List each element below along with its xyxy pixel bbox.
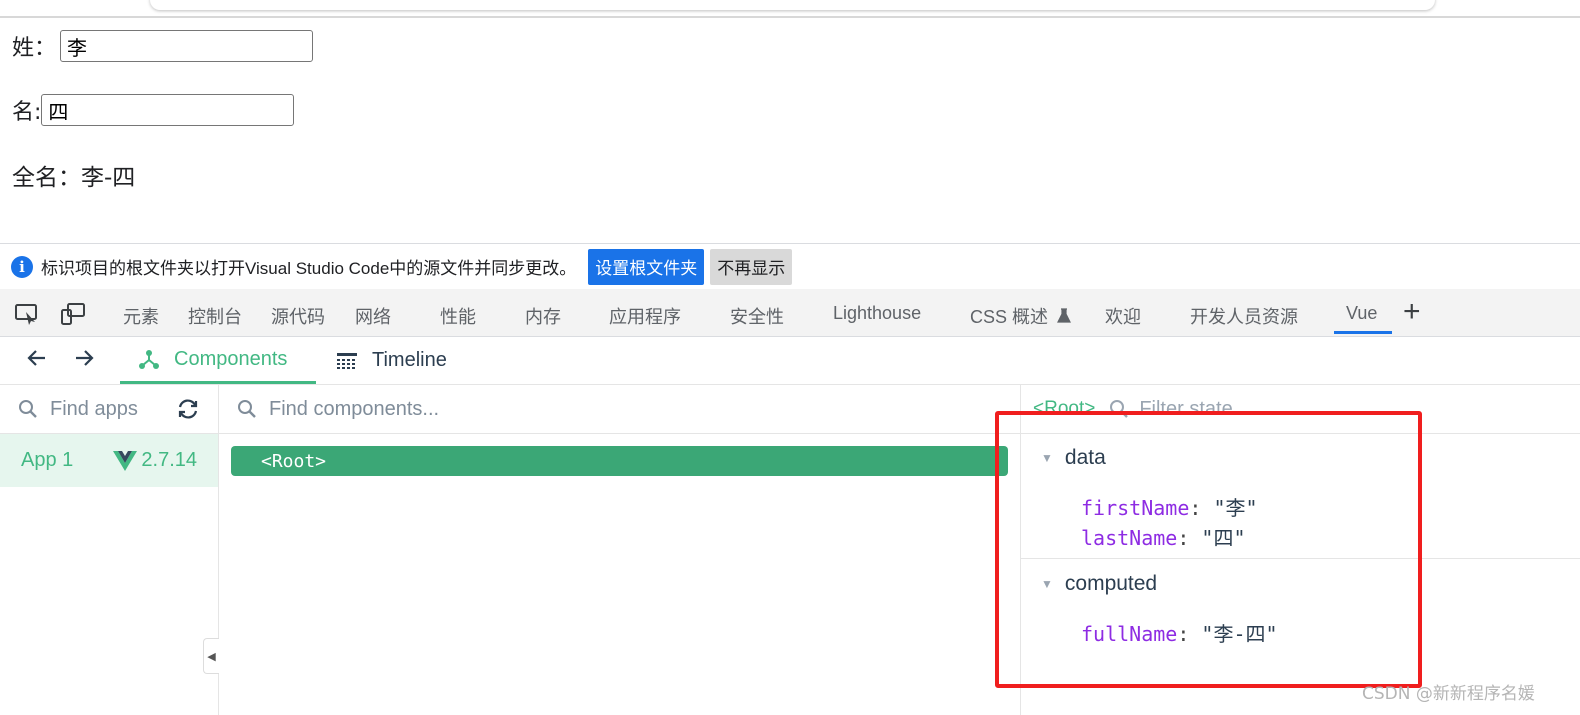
tab-timeline[interactable]: Timeline [336, 337, 447, 384]
search-icon [237, 399, 257, 419]
flask-icon [1057, 308, 1072, 323]
app-list-item[interactable]: App 1 2.7.14 [0, 434, 218, 487]
set-root-folder-button[interactable]: 设置根文件夹 [588, 248, 705, 285]
tab-vue[interactable]: Vue [1346, 303, 1377, 324]
data-section: ▼ data firstName: "李" lastName: "四" [1021, 434, 1580, 559]
filter-state-input[interactable]: Filter state... [1139, 398, 1249, 421]
tab-welcome[interactable]: 欢迎 [1105, 303, 1141, 329]
tab-memory[interactable]: 内存 [525, 303, 561, 329]
timeline-icon [336, 351, 358, 371]
refresh-icon[interactable] [176, 398, 200, 420]
triangle-down-icon: ▼ [1041, 577, 1053, 591]
tab-timeline-label: Timeline [372, 349, 447, 371]
tab-developer-resources[interactable]: 开发人员资源 [1190, 303, 1298, 329]
find-components-search[interactable]: Find components... [219, 385, 1020, 434]
inspect-element-icon[interactable] [14, 302, 40, 326]
givenname-input[interactable] [41, 94, 295, 126]
address-bar-edge[interactable] [150, 0, 1435, 10]
vue-version: 2.7.14 [113, 449, 197, 472]
forward-arrow-icon[interactable] [73, 347, 95, 376]
component-tree-icon [138, 348, 160, 370]
component-tree-root[interactable]: <Root> [231, 446, 1008, 476]
tab-performance[interactable]: 性能 [440, 303, 476, 329]
surname-row: 姓： [12, 30, 314, 62]
computed-section-title: computed [1064, 572, 1158, 595]
dont-show-again-button[interactable]: 不再显示 [710, 248, 793, 285]
find-apps-search[interactable]: Find apps [0, 385, 218, 434]
givenname-row: 名: [12, 94, 295, 126]
computed-section-header[interactable]: ▼ computed [1041, 572, 1157, 596]
tab-elements[interactable]: 元素 [123, 303, 159, 329]
tab-lighthouse[interactable]: Lighthouse [833, 303, 921, 324]
find-apps-placeholder: Find apps [50, 397, 138, 420]
tab-console[interactable]: 控制台 [188, 303, 242, 329]
search-icon [1109, 399, 1129, 419]
state-property[interactable]: firstName: "李" [1081, 492, 1258, 521]
state-inspector-panel: <Root> Filter state... ▼ data firstName:… [1021, 385, 1580, 715]
givenname-label: 名: [12, 100, 42, 125]
apps-panel: Find apps App 1 2.7.14 ◀ [0, 385, 219, 715]
devtools-infobar: i 标识项目的根文件夹以打开Visual Studio Code中的源文件并同步… [0, 243, 1580, 289]
infobar-message: 标识项目的根文件夹以打开Visual Studio Code中的源文件并同步更改… [41, 259, 577, 278]
tab-sources[interactable]: 源代码 [271, 303, 325, 329]
data-section-header[interactable]: ▼ data [1041, 446, 1106, 470]
state-inspector-header: <Root> Filter state... [1021, 385, 1580, 434]
selected-component-name: <Root> [1033, 398, 1096, 419]
vue-version-text: 2.7.14 [141, 449, 197, 471]
device-toolbar-icon[interactable] [60, 302, 86, 326]
collapse-panel-handle[interactable]: ◀ [203, 638, 219, 674]
surname-label: 姓： [12, 36, 57, 61]
triangle-down-icon: ▼ [1041, 451, 1053, 465]
watermark: CSDN @新新程序名媛 [1362, 684, 1535, 704]
computed-section: ▼ computed fullName: "李-四" [1021, 560, 1580, 670]
tab-css-overview-label: CSS 概述 [970, 307, 1049, 327]
find-components-placeholder: Find components... [269, 397, 440, 420]
property-key: lastName [1081, 526, 1178, 550]
tab-css-overview[interactable]: CSS 概述 [970, 303, 1072, 329]
fullname-text: 全名：李-四 [12, 165, 136, 191]
browser-top-strip [0, 0, 1580, 18]
tab-components[interactable]: Components [120, 337, 316, 384]
state-property[interactable]: lastName: "四" [1081, 522, 1246, 551]
devtools-tab-bar: 元素 控制台 源代码 网络 性能 内存 应用程序 安全性 Lighthouse … [0, 289, 1580, 337]
back-arrow-icon[interactable] [26, 347, 48, 376]
active-tab-indicator [1334, 331, 1392, 334]
tab-components-label: Components [174, 347, 288, 370]
more-tabs-plus-icon[interactable]: + [1403, 295, 1421, 329]
property-value: "李-四" [1201, 622, 1278, 646]
data-section-title: data [1064, 446, 1106, 469]
components-panel: Find components... <Root> [219, 385, 1021, 715]
property-value: "四" [1201, 526, 1246, 550]
state-property[interactable]: fullName: "李-四" [1081, 618, 1278, 647]
tab-network[interactable]: 网络 [355, 303, 391, 329]
property-value: "李" [1213, 496, 1258, 520]
surname-input[interactable] [60, 30, 314, 62]
vue-logo-icon [113, 450, 138, 471]
property-key: fullName [1081, 622, 1178, 646]
tab-security[interactable]: 安全性 [730, 303, 784, 329]
tab-application[interactable]: 应用程序 [609, 303, 681, 329]
property-key: firstName [1081, 496, 1190, 520]
page-content: 姓： 名: 全名：李-四 [0, 18, 1580, 243]
app-name: App 1 [21, 449, 74, 471]
info-icon: i [11, 255, 33, 278]
search-icon [18, 399, 38, 419]
vue-devtools-toolbar: Components Timeline [0, 337, 1580, 385]
